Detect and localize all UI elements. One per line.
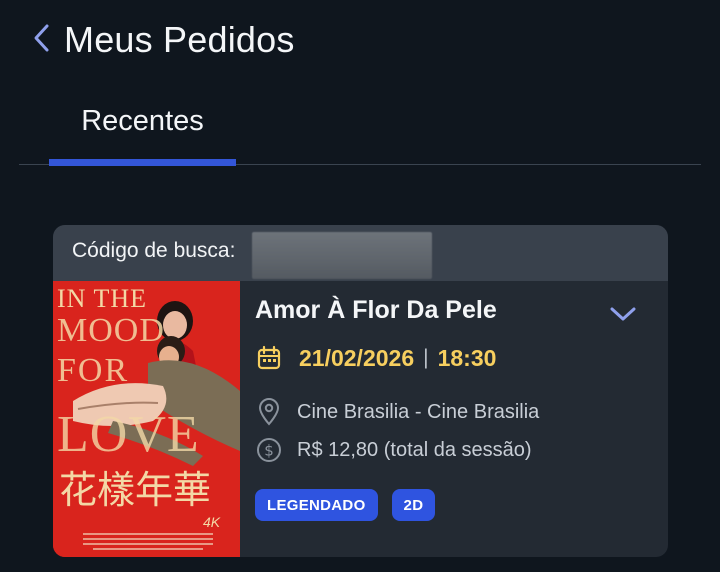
badge-group: LEGENDADO 2D	[255, 489, 436, 521]
location-row: Cine Brasilia - Cine Brasilia	[255, 396, 539, 428]
calendar-icon	[255, 344, 283, 372]
active-tab-indicator	[49, 159, 236, 166]
cinema-location: Cine Brasilia - Cine Brasilia	[297, 400, 540, 423]
chevron-left-icon	[32, 23, 52, 58]
header: Meus Pedidos	[0, 0, 720, 80]
order-card[interactable]: Código de busca: IN THE MOOD FOR LOVE 花樣…	[53, 225, 668, 557]
redacted-code	[252, 232, 432, 279]
date-time-separator: |	[423, 346, 429, 369]
poster-title-line: LOVE	[57, 406, 200, 463]
subtitle-badge: LEGENDADO	[255, 489, 378, 521]
poster-title-line: FOR	[57, 352, 129, 389]
movie-poster: IN THE MOOD FOR LOVE 花樣年華 4K	[53, 281, 240, 557]
tab-recentes[interactable]: Recentes	[49, 92, 236, 166]
code-label: Código de busca:	[72, 239, 236, 262]
expand-button[interactable]	[605, 301, 641, 331]
movie-title: Amor À Flor Da Pele	[255, 296, 497, 324]
session-date-row: 21/02/2026 | 18:30	[255, 342, 496, 374]
session-price: R$ 12,80 (total da sessão)	[297, 438, 532, 461]
tab-label: Recentes	[81, 105, 204, 137]
svg-text:$: $	[264, 442, 274, 460]
chevron-down-icon	[608, 304, 638, 329]
session-date: 21/02/2026	[299, 344, 415, 371]
tab-bar: Recentes	[19, 92, 701, 166]
dollar-circle-icon: $	[255, 436, 283, 464]
location-pin-icon	[255, 398, 283, 426]
back-button[interactable]	[28, 22, 56, 58]
poster-chinese-title: 花樣年華	[59, 468, 211, 512]
format-badge: 2D	[391, 489, 436, 521]
price-row: $ R$ 12,80 (total da sessão)	[255, 434, 532, 466]
order-code-bar: Código de busca:	[53, 225, 668, 281]
page-title: Meus Pedidos	[64, 19, 295, 60]
poster-4k-tag: 4K	[203, 514, 221, 530]
poster-title-line: MOOD	[57, 312, 165, 349]
poster-title-line: IN THE	[57, 284, 147, 313]
session-time: 18:30	[437, 344, 497, 371]
